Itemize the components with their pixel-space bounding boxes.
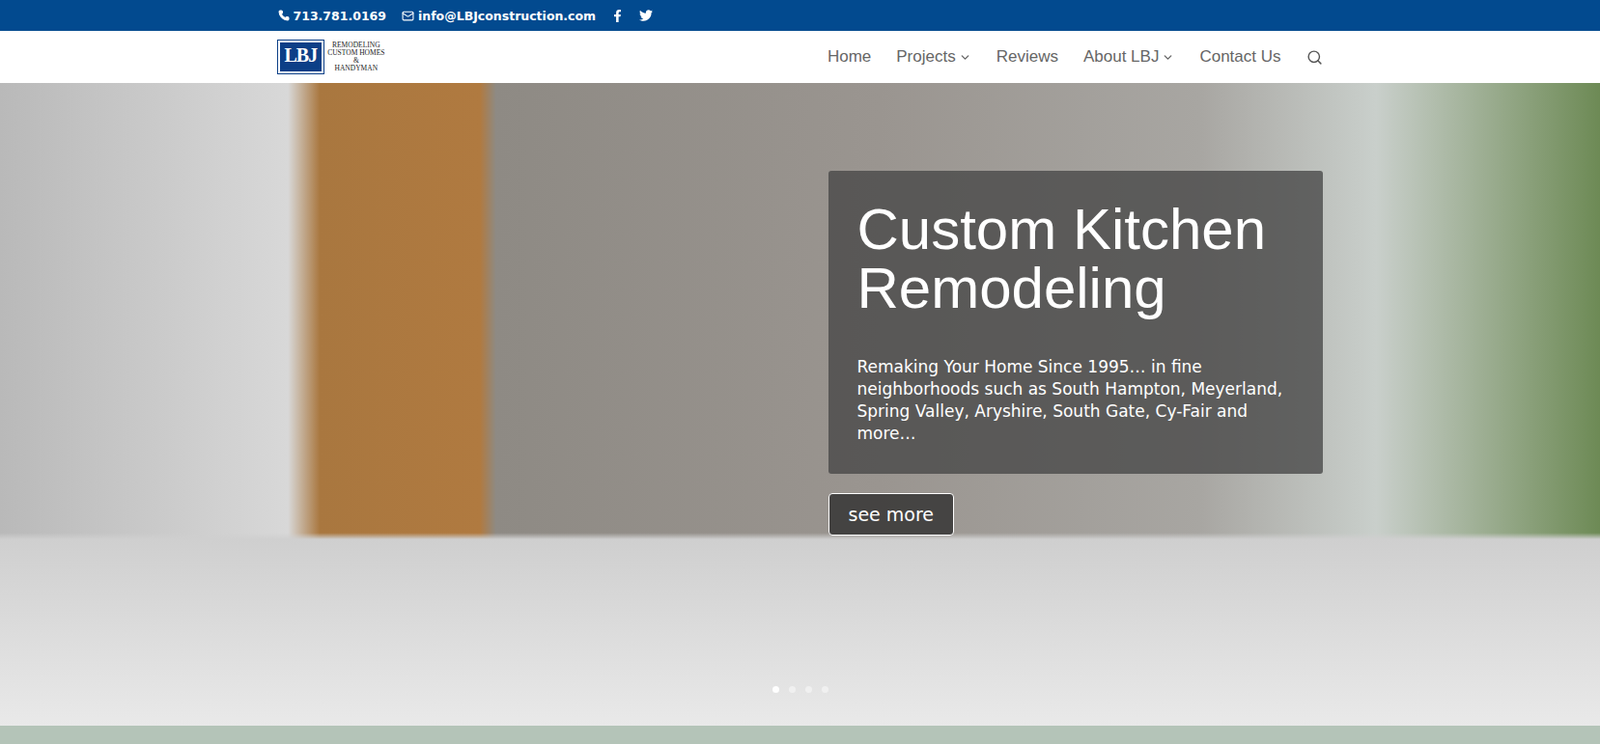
chevron-down-icon bbox=[1161, 51, 1175, 64]
nav-item[interactable]: Reviews bbox=[996, 47, 1059, 67]
search-icon[interactable] bbox=[1306, 49, 1323, 66]
facebook-icon bbox=[611, 9, 624, 23]
mail-icon bbox=[401, 9, 415, 23]
logo-text: REMODELINGCUSTOM HOMES&HANDYMAN bbox=[327, 41, 385, 73]
nav-item[interactable]: Home bbox=[827, 47, 871, 67]
slider-dot[interactable] bbox=[821, 686, 829, 694]
twitter-link[interactable] bbox=[639, 8, 653, 23]
slide-subtitle: Remaking Your Home Since 1995… in fine n… bbox=[857, 356, 1294, 446]
phone-link[interactable]: 713.781.0169 bbox=[278, 8, 387, 24]
main-nav: Home Projects Reviews About LBJ Contact Us bbox=[827, 47, 1323, 67]
hero-slider: Custom Kitchen Remodeling Remaking Your H… bbox=[0, 83, 1600, 727]
nav-item[interactable]: About LBJ bbox=[1083, 47, 1175, 67]
slider-dot[interactable] bbox=[788, 686, 796, 694]
logo-mark: LBJ bbox=[278, 40, 325, 74]
twitter-icon bbox=[639, 8, 653, 23]
slide-title: Custom Kitchen Remodeling bbox=[857, 199, 1294, 318]
header: LBJREMODELINGCUSTOM HOMES&HANDYMAN Home Pr… bbox=[0, 30, 1600, 84]
facebook-link[interactable] bbox=[611, 9, 624, 23]
slider-dot[interactable] bbox=[805, 686, 813, 694]
page: 713.781.0169info@LBJconstruction.comLBJR… bbox=[0, 0, 1600, 744]
top-bar: 713.781.0169 info@LBJconstruction.com bbox=[0, 0, 1600, 31]
nav-item[interactable]: Contact Us bbox=[1199, 47, 1281, 67]
slide-caption: Custom Kitchen Remodeling Remaking Your H… bbox=[828, 170, 1323, 475]
section-strip bbox=[0, 726, 1600, 744]
email-link[interactable]: info@LBJconstruction.com bbox=[401, 8, 596, 24]
nav-item[interactable]: Projects bbox=[896, 47, 971, 67]
slider-dot[interactable] bbox=[772, 686, 780, 694]
chevron-down-icon bbox=[958, 51, 972, 64]
slide: Custom Kitchen Remodeling Remaking Your H… bbox=[828, 170, 1323, 687]
see-more-button[interactable]: see more bbox=[828, 493, 955, 536]
phone-icon bbox=[278, 9, 290, 22]
slider-dots bbox=[772, 686, 829, 727]
logo[interactable]: LBJREMODELINGCUSTOM HOMES&HANDYMAN bbox=[278, 40, 386, 74]
